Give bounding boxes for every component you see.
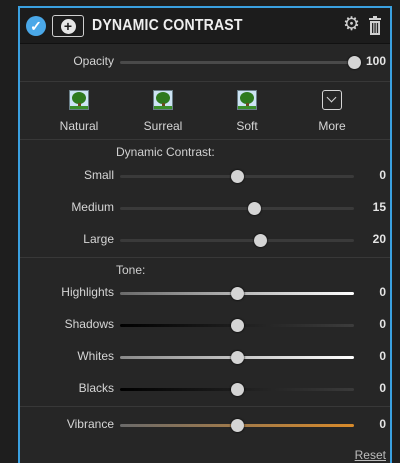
trash-icon[interactable] [368,16,382,35]
slider-label: Whites [77,349,114,363]
slider-row-small: Small 0 [20,166,390,186]
gear-icon[interactable]: ⚙ [343,15,360,35]
slider-row-shadows: Shadows 0 [20,315,390,335]
add-circle-icon: + [60,18,76,34]
preset-surreal[interactable]: Surreal [128,88,198,133]
slider-label: Medium [71,200,114,214]
preset-soft[interactable]: Soft [212,88,282,133]
dynamic-contrast-panel: ✓ + DYNAMIC CONTRAST ⚙ Opacity 100 Natur… [18,6,392,463]
divider [20,257,390,258]
slider-row-vibrance: Vibrance 0 [20,415,390,435]
opacity-row: Opacity 100 [20,52,390,72]
divider [20,406,390,407]
opacity-slider-track[interactable] [120,61,354,64]
slider-label: Shadows [64,317,114,331]
opacity-value: 100 [365,54,386,68]
slider-row-highlights: Highlights 0 [20,283,390,303]
slider-row-large: Large 20 [20,230,390,250]
slider-value: 15 [372,200,386,214]
slider-value: 0 [379,168,386,182]
slider-label: Vibrance [66,417,114,431]
slider-value: 0 [379,381,386,395]
slider-value: 0 [379,349,386,363]
slider-thumb[interactable] [230,351,244,364]
slider-track[interactable] [120,207,354,210]
divider [20,139,390,140]
tone-heading: Tone: [116,263,146,277]
preset-row: Natural Surreal Soft More [20,88,390,136]
opacity-label: Opacity [73,54,114,68]
slider-value: 0 [379,317,386,331]
preset-label: Natural [59,119,99,133]
slider-row-medium: Medium 15 [20,198,390,218]
slider-row-blacks: Blacks 0 [20,379,390,399]
preset-label: Soft [236,119,258,133]
tree-thumbnail-icon [69,90,89,110]
add-filter-button[interactable]: + [52,15,84,37]
panel-title: DYNAMIC CONTRAST [92,17,243,34]
slider-thumb[interactable] [230,170,244,183]
panel-header: ✓ + DYNAMIC CONTRAST ⚙ [20,8,390,44]
dynamic-contrast-heading: Dynamic Contrast: [116,145,215,159]
preset-more[interactable]: More [297,88,367,133]
tree-thumbnail-icon [153,90,173,110]
chevron-down-box-icon [322,90,342,110]
slider-value: 0 [379,417,386,431]
slider-value: 0 [379,285,386,299]
slider-thumb[interactable] [248,202,262,215]
opacity-slider-thumb[interactable] [347,56,361,69]
preset-label: Surreal [143,119,183,133]
slider-thumb[interactable] [230,287,244,300]
preset-natural[interactable]: Natural [44,88,114,133]
slider-thumb[interactable] [253,234,267,247]
tree-thumbnail-icon [237,90,257,110]
slider-thumb[interactable] [230,319,244,332]
slider-label: Blacks [78,381,114,395]
reset-link[interactable]: Reset [355,448,386,462]
slider-label: Large [83,232,114,246]
preset-label: More [318,119,346,133]
slider-thumb[interactable] [230,419,244,432]
slider-label: Highlights [61,285,114,299]
slider-track[interactable] [120,239,354,242]
checkmark-circle-icon[interactable]: ✓ [26,16,46,36]
divider [20,81,390,82]
slider-value: 20 [372,232,386,246]
slider-row-whites: Whites 0 [20,347,390,367]
slider-label: Small [83,168,114,182]
slider-thumb[interactable] [230,383,244,396]
